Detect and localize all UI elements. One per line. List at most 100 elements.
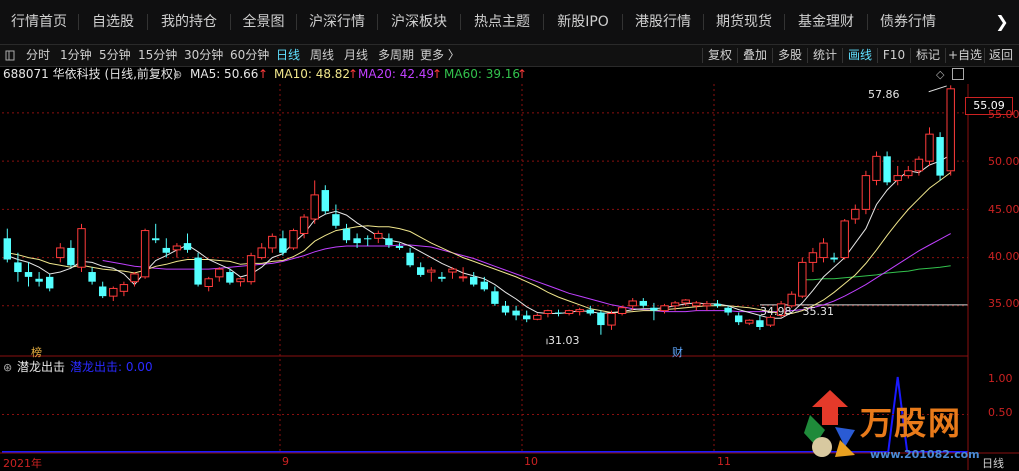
candle <box>458 267 468 282</box>
candle-body <box>650 307 658 311</box>
price-tick: 55.00 <box>988 108 1019 121</box>
price-tick: 45.00 <box>988 203 1019 216</box>
candle-body <box>353 238 361 244</box>
candle <box>3 228 12 263</box>
candle-body <box>363 238 372 240</box>
candle-body <box>756 320 764 327</box>
candle <box>289 228 298 250</box>
candle <box>469 272 478 287</box>
candle-body <box>204 278 213 287</box>
candle <box>607 310 616 330</box>
candle <box>130 272 139 287</box>
candle <box>321 185 330 215</box>
candle <box>936 132 944 181</box>
candle-body <box>734 315 743 323</box>
candle-body <box>56 247 65 259</box>
candle <box>246 252 256 285</box>
period-indicator: 日线 <box>982 457 1004 470</box>
candle-body <box>289 230 298 249</box>
candle <box>639 298 648 308</box>
candle <box>925 127 934 166</box>
candle-body <box>819 242 828 259</box>
candle <box>236 276 245 287</box>
candle-body <box>215 268 224 278</box>
candle-body <box>904 170 913 177</box>
candle <box>512 305 520 321</box>
candle-body <box>458 276 468 279</box>
candle <box>215 267 224 282</box>
candle <box>491 286 499 306</box>
candle-body <box>342 228 351 241</box>
candle <box>332 204 340 229</box>
candle <box>395 243 404 250</box>
candle-body <box>840 220 849 259</box>
indicator-name[interactable]: 潜龙出击 <box>17 360 65 375</box>
candle <box>257 243 266 260</box>
indicator-tick: 0.50 <box>988 406 1013 419</box>
candle <box>713 300 722 308</box>
candle <box>56 243 65 263</box>
candle <box>67 240 75 268</box>
candle-body <box>713 303 722 306</box>
candle-body <box>172 245 182 251</box>
candle <box>617 305 627 316</box>
candle <box>448 267 457 279</box>
indicator-settings-icon[interactable]: ⊛ <box>3 360 12 375</box>
candle <box>14 252 22 282</box>
candle-body <box>226 272 234 283</box>
candle-body <box>670 302 680 307</box>
candle <box>88 267 96 285</box>
candle <box>872 151 881 186</box>
candle-body <box>639 300 648 306</box>
candle <box>597 310 605 335</box>
candle-body <box>808 252 818 263</box>
candle-body <box>140 230 150 278</box>
candle <box>851 204 860 224</box>
candle <box>692 300 701 311</box>
candle-body <box>745 319 754 324</box>
candle <box>172 243 182 258</box>
candle-body <box>162 247 171 253</box>
candle-body <box>766 316 775 326</box>
candle-body <box>448 268 457 273</box>
candle <box>363 235 372 246</box>
candle <box>745 319 754 326</box>
candle-body <box>692 302 701 307</box>
x-axis-label: 10 <box>524 455 538 468</box>
candle <box>310 180 319 224</box>
candle <box>427 267 436 282</box>
candle-body <box>893 175 902 181</box>
candle-body <box>67 247 75 266</box>
candle <box>151 223 160 244</box>
candle <box>554 309 563 317</box>
candle-body <box>586 309 595 314</box>
candle-body <box>406 252 414 266</box>
candle-body <box>98 286 107 297</box>
rank-tag[interactable]: 榜 <box>31 344 42 360</box>
candle-body <box>130 273 139 283</box>
candle <box>819 238 828 263</box>
candle-body <box>194 257 202 285</box>
candle-body <box>925 133 934 162</box>
finance-tag[interactable]: 财 <box>672 344 683 360</box>
range-label: 34.98 - 35.31 <box>760 305 834 318</box>
candle <box>808 247 818 273</box>
candle-body <box>617 307 627 315</box>
candle <box>35 272 43 287</box>
candle-body <box>946 88 955 172</box>
candle-body <box>14 262 22 273</box>
candle <box>650 302 658 321</box>
candle <box>416 262 425 277</box>
candle <box>798 257 807 299</box>
candle <box>268 233 277 253</box>
watermark-url: www.201082.com <box>870 448 980 461</box>
candle-body <box>45 276 54 289</box>
price-tick: 50.00 <box>988 155 1019 168</box>
candle <box>904 165 913 179</box>
candle-body <box>151 238 160 241</box>
candle <box>45 273 54 292</box>
candle-body <box>427 269 436 273</box>
candle-body <box>268 235 277 249</box>
candle <box>522 310 531 323</box>
price-tick: 35.00 <box>988 297 1019 310</box>
